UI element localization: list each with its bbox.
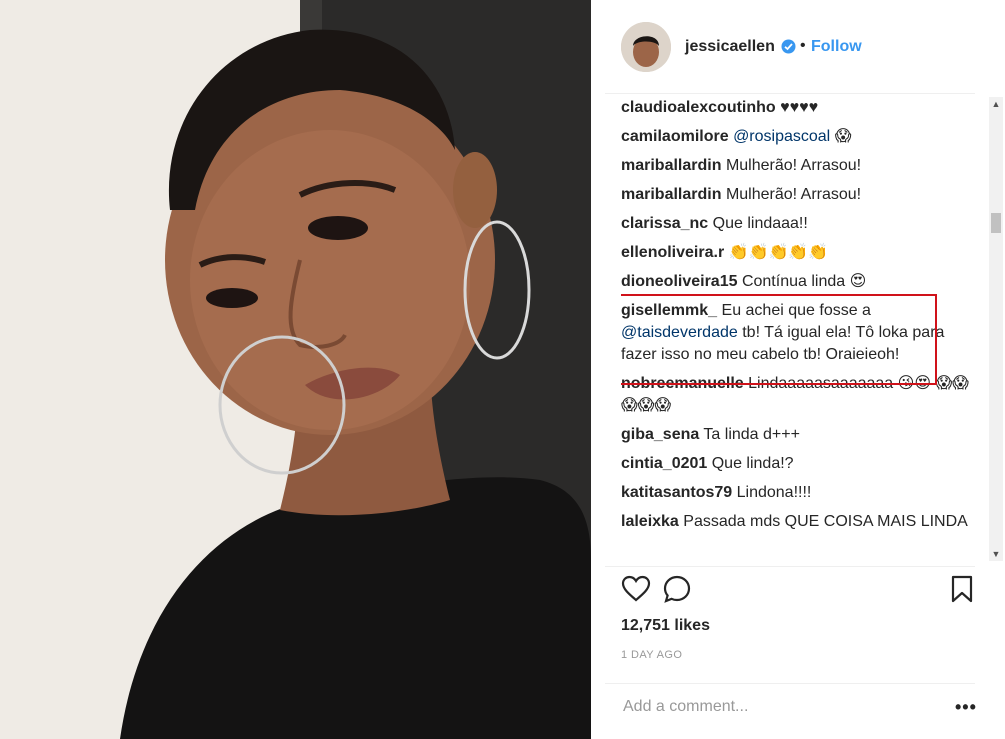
comment-item: claudioalexcoutinho ♥♥♥♥	[621, 94, 981, 122]
comment-item: mariballardin Mulherão! Arrasou!	[621, 151, 981, 180]
comment-mention[interactable]: @rosipascoal	[733, 128, 830, 145]
comment-text: Ta linda d+++	[703, 426, 800, 443]
comment-username[interactable]: clarissa_nc	[621, 215, 708, 232]
comment-text: ♥♥♥♥	[780, 99, 819, 116]
comment-username[interactable]: ellenoliveira.r	[621, 244, 724, 261]
heart-icon[interactable]	[621, 574, 651, 604]
more-options-button[interactable]: •••	[955, 697, 977, 718]
photo-illustration	[0, 0, 591, 739]
post-actions	[621, 574, 977, 608]
scroll-down-arrow-icon[interactable]: ▼	[989, 547, 1003, 561]
comment-text: Mulherão! Arrasou!	[725, 186, 862, 203]
comment-text: Que linda!?	[711, 455, 794, 472]
comment-item-highlighted: gisellemmk_ Eu achei que fosse a @taisde…	[621, 296, 981, 369]
post-header: jessicaellen • Follow	[591, 0, 1005, 94]
comment-username[interactable]: dioneoliveira15	[621, 273, 738, 290]
comment-username[interactable]: katitasantos79	[621, 484, 732, 501]
comment-text: 👏👏👏👏👏	[728, 244, 829, 261]
comment-item: clarissa_nc Que lindaaa!!	[621, 209, 981, 238]
comment-text: Que lindaaa!!	[712, 215, 808, 232]
comment-text: Eu achei que fosse a	[721, 302, 871, 319]
avatar[interactable]	[621, 22, 671, 72]
scroll-up-arrow-icon[interactable]: ▲	[989, 97, 1003, 111]
comments-list[interactable]: claudioalexcoutinho ♥♥♥♥ camilaomilore @…	[621, 94, 981, 566]
actions-divider	[605, 566, 975, 567]
username-link[interactable]: jessicaellen	[685, 38, 775, 56]
comment-username[interactable]: gisellemmk_	[621, 302, 717, 319]
comment-text: Mulherão! Arrasou!	[725, 157, 862, 174]
comment-text: Contínua linda 😍	[741, 273, 867, 290]
post-photo[interactable]	[0, 0, 591, 739]
comment-username[interactable]: mariballardin	[621, 157, 721, 174]
comment-item: mariballardin Mulherão! Arrasou!	[621, 180, 981, 209]
comment-text: Lindona!!!!	[736, 484, 812, 501]
comment-text: 😱	[834, 128, 852, 145]
comment-item: giba_sena Ta linda d+++	[621, 420, 981, 449]
comment-username[interactable]: giba_sena	[621, 426, 699, 443]
comment-box-divider	[605, 683, 975, 684]
comment-item: ellenoliveira.r 👏👏👏👏👏	[621, 238, 981, 267]
comments-scrollbar[interactable]: ▲ ▼	[989, 97, 1003, 561]
separator-dot: •	[800, 37, 806, 54]
comment-mention[interactable]: @taisdeverdade	[621, 324, 738, 341]
comment-item: laleixka Passada mds QUE COISA MAIS LIND…	[621, 507, 981, 536]
comment-item: nobreemanuelle Lindaaaaasaaaaaaa 😘😍 😱😱😱😱…	[621, 369, 981, 420]
comment-item: katitasantos79 Lindona!!!!	[621, 478, 981, 507]
comment-username[interactable]: claudioalexcoutinho	[621, 99, 776, 116]
add-comment-input[interactable]	[621, 694, 945, 720]
post-timestamp[interactable]: 1 DAY AGO	[621, 649, 682, 661]
comment-username[interactable]: cintia_0201	[621, 455, 707, 472]
comment-username[interactable]: laleixka	[621, 513, 679, 530]
comment-username[interactable]: mariballardin	[621, 186, 721, 203]
likes-count[interactable]: 12,751 likes	[621, 617, 710, 635]
verified-badge-icon	[781, 39, 796, 54]
comment-text: Passada mds QUE COISA MAIS LINDA	[683, 513, 968, 530]
post-sidebar: jessicaellen • Follow claudioalexcoutinh…	[591, 0, 1005, 739]
comment-username[interactable]: camilaomilore	[621, 128, 729, 145]
follow-button[interactable]: Follow	[811, 38, 862, 56]
comment-item: camilaomilore @rosipascoal 😱	[621, 122, 981, 151]
bookmark-icon[interactable]	[947, 574, 977, 604]
comment-username[interactable]: nobreemanuelle	[621, 375, 744, 392]
scrollbar-thumb[interactable]	[991, 213, 1001, 233]
comment-bubble-icon[interactable]	[662, 574, 692, 604]
comment-item: cintia_0201 Que linda!?	[621, 449, 981, 478]
comment-item: dioneoliveira15 Contínua linda 😍	[621, 267, 981, 296]
